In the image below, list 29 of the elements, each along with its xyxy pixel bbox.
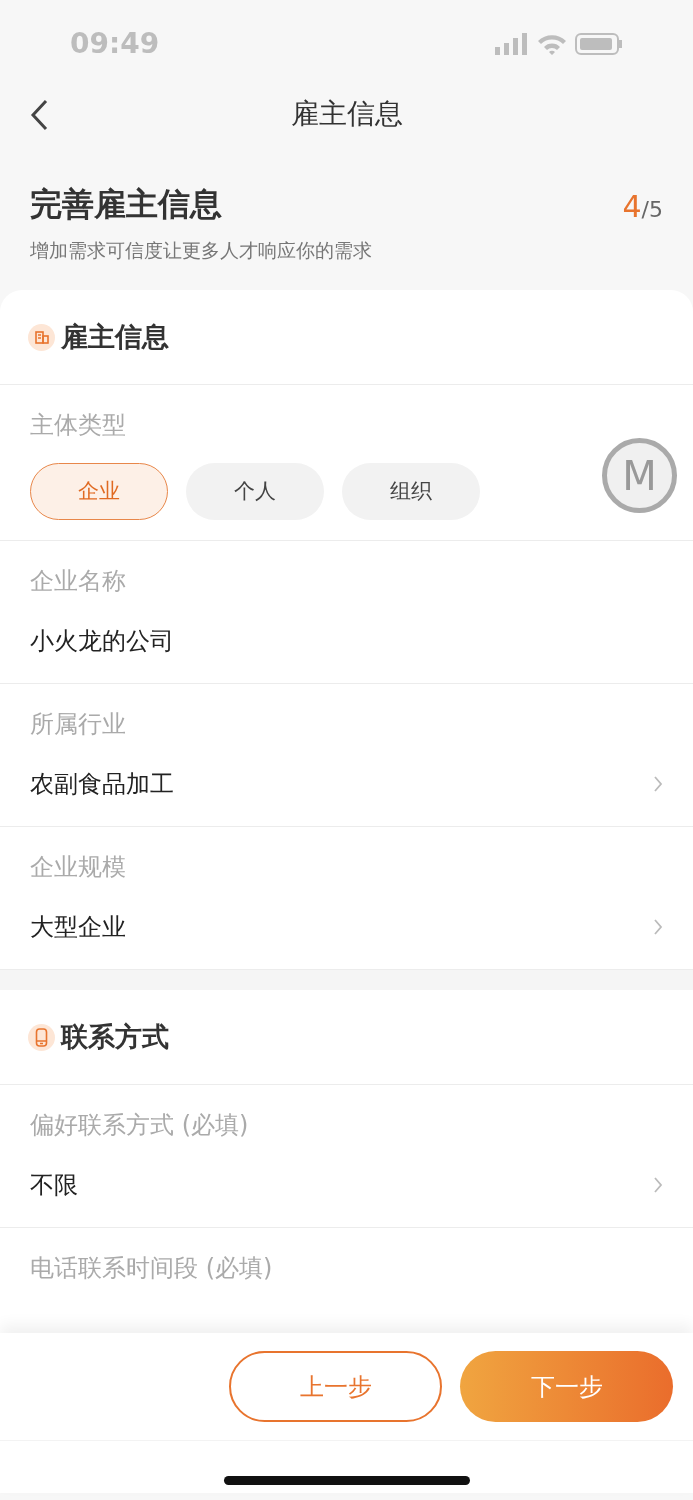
building-icon [28, 323, 55, 351]
select-value[interactable]: 农副食品加工 [30, 766, 174, 802]
header-title: 完善雇主信息 [30, 184, 223, 225]
section-title: 联系方式 [61, 1019, 169, 1054]
field-label: 电话联系时间段 (必填) [30, 1253, 274, 1284]
chevron-icon [653, 775, 663, 793]
field-value[interactable]: 小火龙的公司 [30, 623, 174, 659]
back-button[interactable] [30, 98, 50, 132]
field-label: 所属行业 [30, 709, 127, 740]
field-label: 偏好联系方式 (必填) [30, 1110, 250, 1141]
wifi-icon [537, 33, 567, 55]
page-title: 雇主信息 [290, 96, 403, 132]
type-option[interactable]: 个人 [186, 463, 324, 520]
step-current: 4 [622, 189, 642, 224]
phone-icon [28, 1023, 55, 1051]
step-total: /5 [641, 197, 663, 222]
section-title: 雇主信息 [61, 319, 169, 354]
battery-icon [575, 33, 623, 55]
select-value[interactable]: 大型企业 [30, 909, 126, 945]
field-label: 企业名称 [30, 566, 127, 597]
field-label: 企业规模 [30, 852, 127, 883]
field-label: 主体类型 [30, 410, 127, 441]
header-subtitle: 增加需求可信度让更多人才响应你的需求 [30, 238, 372, 263]
status-time: 09:49 [70, 26, 160, 62]
chevron-icon [653, 918, 663, 936]
chevron-icon [653, 1176, 663, 1194]
type-option[interactable]: 组织 [342, 463, 480, 520]
signal-icon [493, 33, 529, 55]
select-value[interactable]: 不限 [30, 1167, 78, 1203]
